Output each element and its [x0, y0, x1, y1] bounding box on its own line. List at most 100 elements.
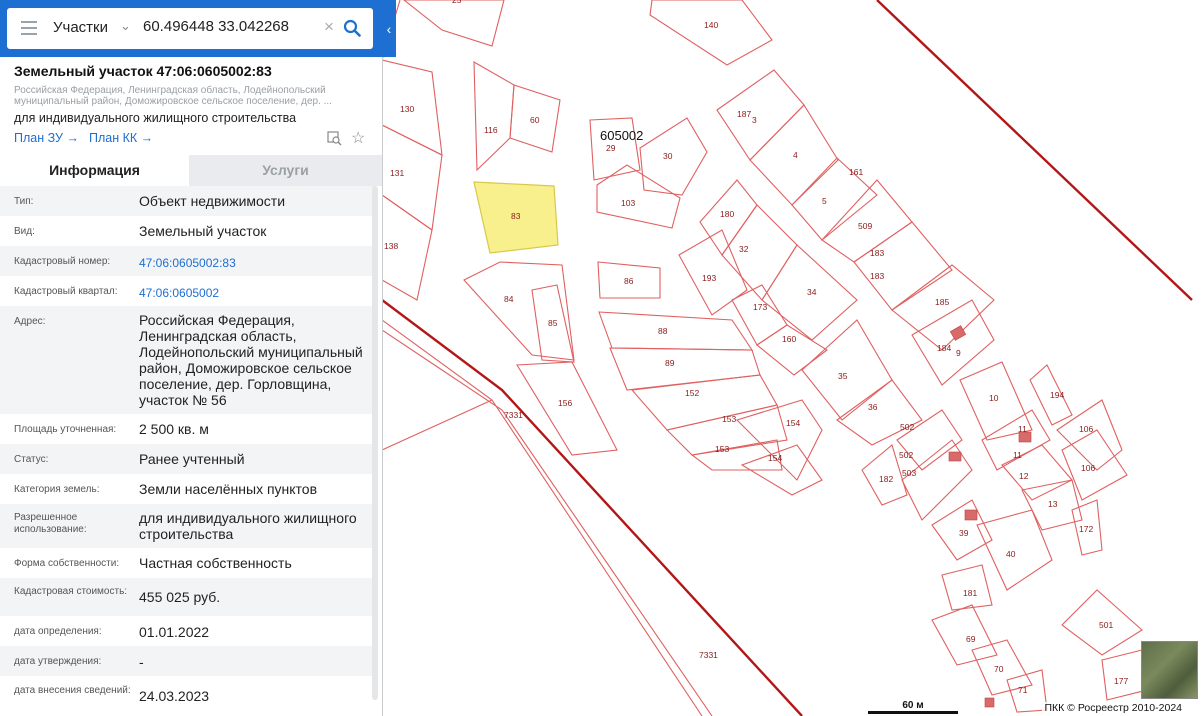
- parcel-30[interactable]: [639, 117, 708, 196]
- attr-row: Кадастровая стоимость: 455 025 руб.: [0, 578, 374, 616]
- attr-label: Адрес:: [14, 316, 46, 327]
- attr-label: Тип:: [14, 196, 34, 207]
- parcel-label: 177: [1114, 676, 1128, 686]
- parcel-25[interactable]: [403, 0, 505, 47]
- parcel-label: 184: [937, 343, 951, 353]
- attr-row: Вид: Земельный участок: [0, 216, 374, 246]
- parcel-label: 11: [1018, 424, 1027, 434]
- parcel-label: 180: [720, 209, 734, 219]
- parcel-label: 154: [786, 418, 800, 428]
- star-icon[interactable]: ☆: [351, 128, 365, 148]
- parcel-label: 4: [793, 150, 798, 160]
- plan-kk-label: План КК: [89, 131, 138, 145]
- parcel-label: 10: [989, 393, 999, 403]
- attr-label: Кадастровый номер:: [14, 256, 111, 267]
- arrow-right-icon: →: [140, 131, 154, 145]
- parcel-156[interactable]: [516, 361, 618, 456]
- parcel-label: 183: [870, 248, 884, 258]
- parcel-88[interactable]: [598, 311, 754, 351]
- parcel-187[interactable]: [716, 69, 805, 161]
- parcel-label: 36: [868, 402, 878, 412]
- parcel-label: 185: [935, 297, 949, 307]
- attr-label: дата утверждения:: [14, 656, 102, 667]
- attr-value: 2 500 кв. м: [139, 421, 209, 437]
- parcel-35[interactable]: [801, 319, 893, 421]
- attr-row: дата утверждения: -: [0, 646, 374, 676]
- parcel-label: 187: [737, 109, 751, 119]
- object-purpose: для индивидуального жилищного строительс…: [14, 111, 297, 125]
- parcel-label: 193: [702, 273, 716, 283]
- attr-row: Разрешенное использование: для индивидуа…: [0, 504, 374, 548]
- zoom-to-object-icon[interactable]: [327, 131, 342, 146]
- parcel-140[interactable]: [649, 0, 773, 66]
- parcel-label: 502: [900, 422, 914, 432]
- object-title: Земельный участок 47:06:0605002:83: [14, 63, 272, 79]
- parcel-184[interactable]: [911, 299, 995, 386]
- parcel-160[interactable]: [756, 324, 828, 376]
- parcel-label: 34: [807, 287, 817, 297]
- attr-value: Ранее учтенный: [139, 451, 245, 467]
- parcel-116[interactable]: [473, 61, 515, 172]
- parcel-label: 5: [822, 196, 827, 206]
- parcel-label: 39: [959, 528, 969, 538]
- parcel-label: 183: [870, 271, 884, 281]
- road-line: [382, 299, 803, 716]
- scrollbar[interactable]: [372, 186, 378, 700]
- cadastral-quarter-link[interactable]: 47:06:0605002: [139, 285, 367, 301]
- parcel-103[interactable]: [596, 164, 681, 229]
- attr-row: дата внесения сведений: 24.03.2023: [0, 676, 374, 716]
- cadastral-number-link[interactable]: 47:06:0605002:83: [139, 255, 367, 271]
- plan-kk-link[interactable]: План КК →: [89, 131, 153, 145]
- parcel-label: 13: [1048, 499, 1058, 509]
- close-icon[interactable]: ×: [324, 17, 334, 37]
- road-edge: [382, 399, 493, 451]
- parcel-11[interactable]: [981, 409, 1051, 471]
- search-input[interactable]: [143, 18, 323, 35]
- parcel-label: 138: [384, 241, 398, 251]
- parcel-label: 40: [1006, 549, 1016, 559]
- parcel-label: 156: [558, 398, 572, 408]
- attr-value: Российская Федерация, Ленинградская обла…: [139, 312, 363, 408]
- parcel-label: 86: [624, 276, 634, 286]
- parcel-label: 153: [715, 444, 729, 454]
- collapse-panel-icon[interactable]: ‹: [382, 19, 396, 39]
- plan-zu-link[interactable]: План ЗУ →: [14, 131, 79, 145]
- tab-services[interactable]: Услуги: [189, 155, 382, 186]
- parcel-label: 71: [1018, 685, 1028, 695]
- attr-label: Вид:: [14, 226, 35, 237]
- attr-value: Объект недвижимости: [139, 193, 286, 209]
- attr-label: Статус:: [14, 454, 49, 465]
- parcel-label: 83: [511, 211, 521, 221]
- attr-label: дата внесения сведений:: [14, 685, 131, 696]
- tab-info[interactable]: Информация: [0, 155, 189, 186]
- search-icon[interactable]: [343, 19, 361, 37]
- satellite-toggle[interactable]: [1141, 641, 1198, 699]
- parcel-label: 103: [621, 198, 635, 208]
- parcel-label: 161: [849, 167, 863, 177]
- layer-select[interactable]: Участки: [53, 19, 108, 36]
- attr-label: Разрешенное использование:: [14, 512, 87, 535]
- parcel-106[interactable]: [1056, 399, 1123, 471]
- search-bar: Участки ⌄ × ‹: [0, 0, 396, 57]
- menu-icon[interactable]: [21, 21, 37, 35]
- scale-label: 60 м: [902, 700, 924, 711]
- parcel-label: 509: [858, 221, 872, 231]
- parcel-label: 3: [752, 115, 757, 125]
- attr-value: 455 025 руб.: [139, 589, 221, 605]
- attr-value: -: [139, 654, 144, 670]
- parcel-map[interactable]: 2514013011660293018734131831031615180325…: [382, 0, 1202, 716]
- parcel-label: 69: [966, 634, 976, 644]
- attr-label: дата определения:: [14, 626, 102, 637]
- parcel-173[interactable]: [731, 284, 788, 346]
- parcel-label: 12: [1019, 471, 1029, 481]
- parcel-label: 88: [658, 326, 668, 336]
- parcel-36[interactable]: [836, 379, 923, 446]
- parcel-185[interactable]: [891, 264, 995, 351]
- map-canvas[interactable]: 25 140 130 116 60 29 30 187 3 4 131 83 103 161 5 180 32 5…: [382, 0, 1202, 716]
- attr-label: Площадь уточненная:: [14, 424, 117, 435]
- building: [964, 509, 978, 521]
- parcel-69[interactable]: [931, 604, 998, 666]
- chevron-down-icon[interactable]: ⌄: [120, 18, 131, 34]
- parcel-84[interactable]: [463, 261, 575, 361]
- arrow-right-icon: →: [66, 131, 79, 145]
